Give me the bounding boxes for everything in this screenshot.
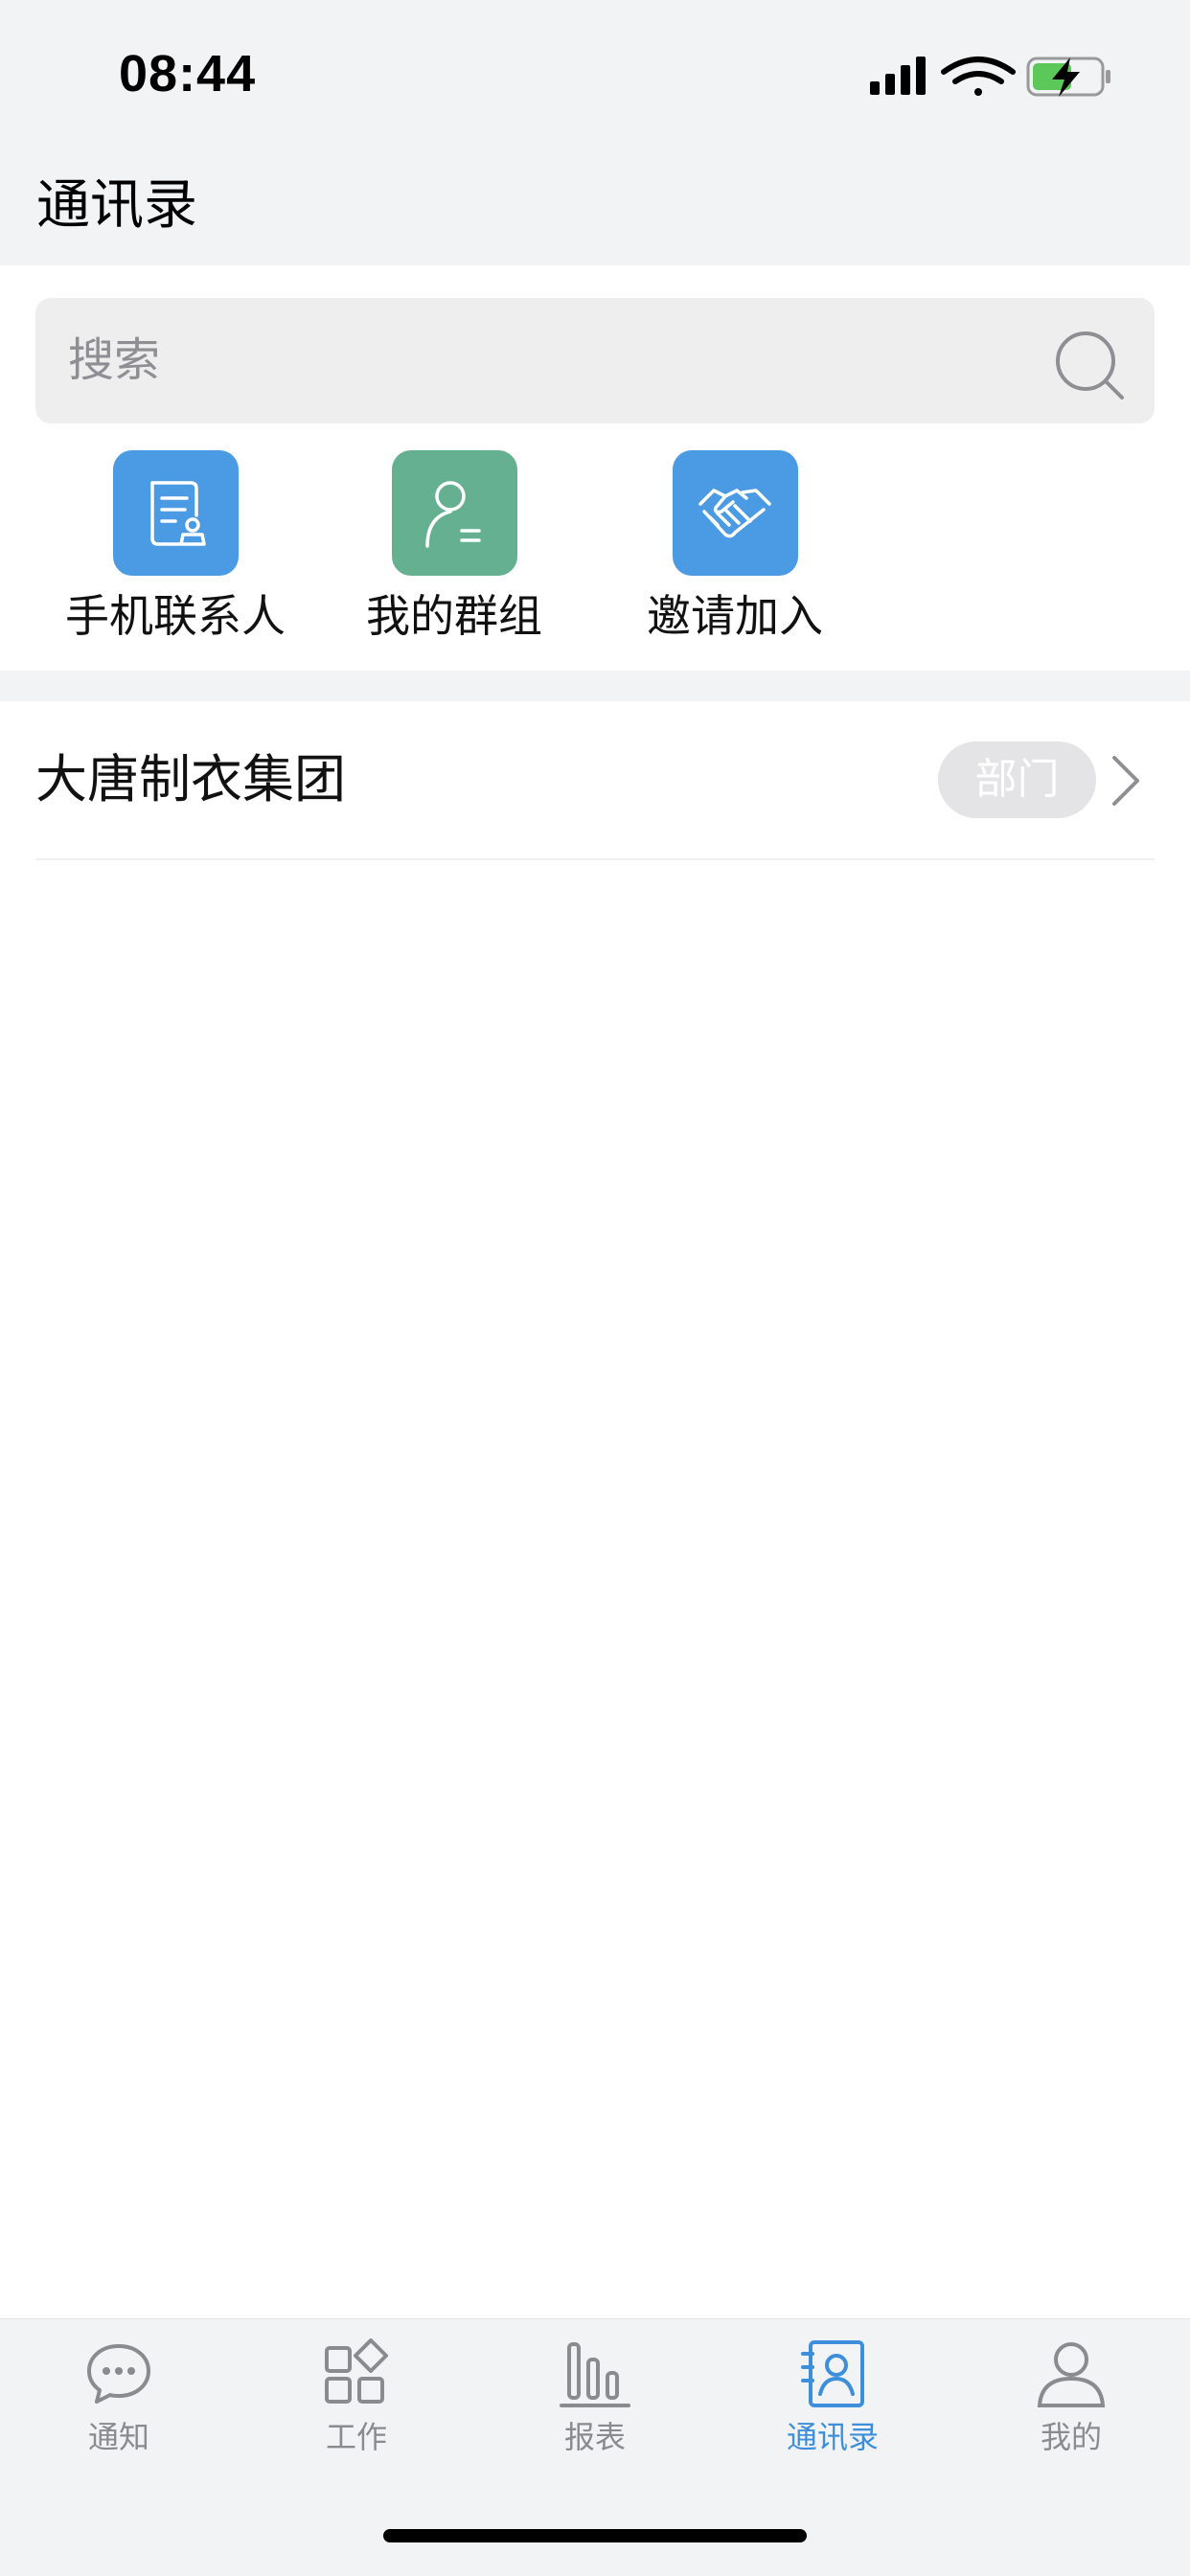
apps-grid-icon	[325, 2338, 388, 2404]
tab-mine[interactable]: 我的	[952, 2338, 1190, 2461]
tab-label: 报表	[563, 2419, 626, 2455]
status-icons	[870, 57, 1110, 97]
page-title: 通讯录	[36, 174, 197, 237]
search-placeholder: 搜索	[68, 333, 161, 387]
tab-label: 通讯录	[786, 2419, 879, 2455]
tab-label: 我的	[1040, 2419, 1102, 2455]
quick-action-label: 手机联系人	[65, 590, 286, 642]
tab-contacts[interactable]: 通讯录	[714, 2338, 951, 2461]
search-icon[interactable]	[1051, 327, 1128, 403]
search-input[interactable]: 搜索	[35, 298, 1155, 423]
tab-work[interactable]: 工作	[238, 2338, 475, 2461]
quick-action-invite[interactable]: 邀请加入	[591, 450, 879, 647]
section-divider	[0, 671, 1190, 701]
status-bar: 08:44	[0, 0, 1190, 153]
group-person-icon	[391, 450, 517, 576]
chat-bubble-icon	[87, 2344, 150, 2404]
quick-action-phone-contacts[interactable]: 手机联系人	[32, 450, 319, 647]
tab-label: 工作	[325, 2419, 387, 2455]
department-badge[interactable]: 部门	[938, 741, 1096, 818]
tab-label: 通知	[87, 2419, 149, 2455]
address-book-icon	[801, 2340, 864, 2407]
tab-reports[interactable]: 报表	[476, 2338, 714, 2461]
tab-notifications[interactable]: 通知	[0, 2338, 238, 2461]
row-divider	[35, 858, 1155, 860]
quick-action-label: 邀请加入	[647, 590, 823, 642]
bar-chart-icon	[560, 2342, 630, 2407]
quick-action-label: 我的群组	[366, 590, 542, 642]
contacts-book-icon	[112, 450, 239, 576]
person-icon	[1037, 2342, 1106, 2407]
battery-icon	[1026, 57, 1110, 97]
org-list-item[interactable]: 大唐制衣集团 部门	[0, 701, 1190, 858]
quick-actions: 手机联系人 我的群组 邀请加入	[0, 450, 1190, 661]
chevron-right-icon	[1112, 756, 1139, 806]
status-time: 08:44	[119, 45, 257, 103]
wifi-icon	[941, 57, 1016, 96]
org-name: 大唐制衣集团	[35, 749, 346, 809]
handshake-icon	[672, 450, 798, 576]
quick-action-my-groups[interactable]: 我的群组	[310, 450, 598, 647]
signal-icon	[870, 57, 926, 95]
home-indicator[interactable]	[383, 2529, 807, 2542]
